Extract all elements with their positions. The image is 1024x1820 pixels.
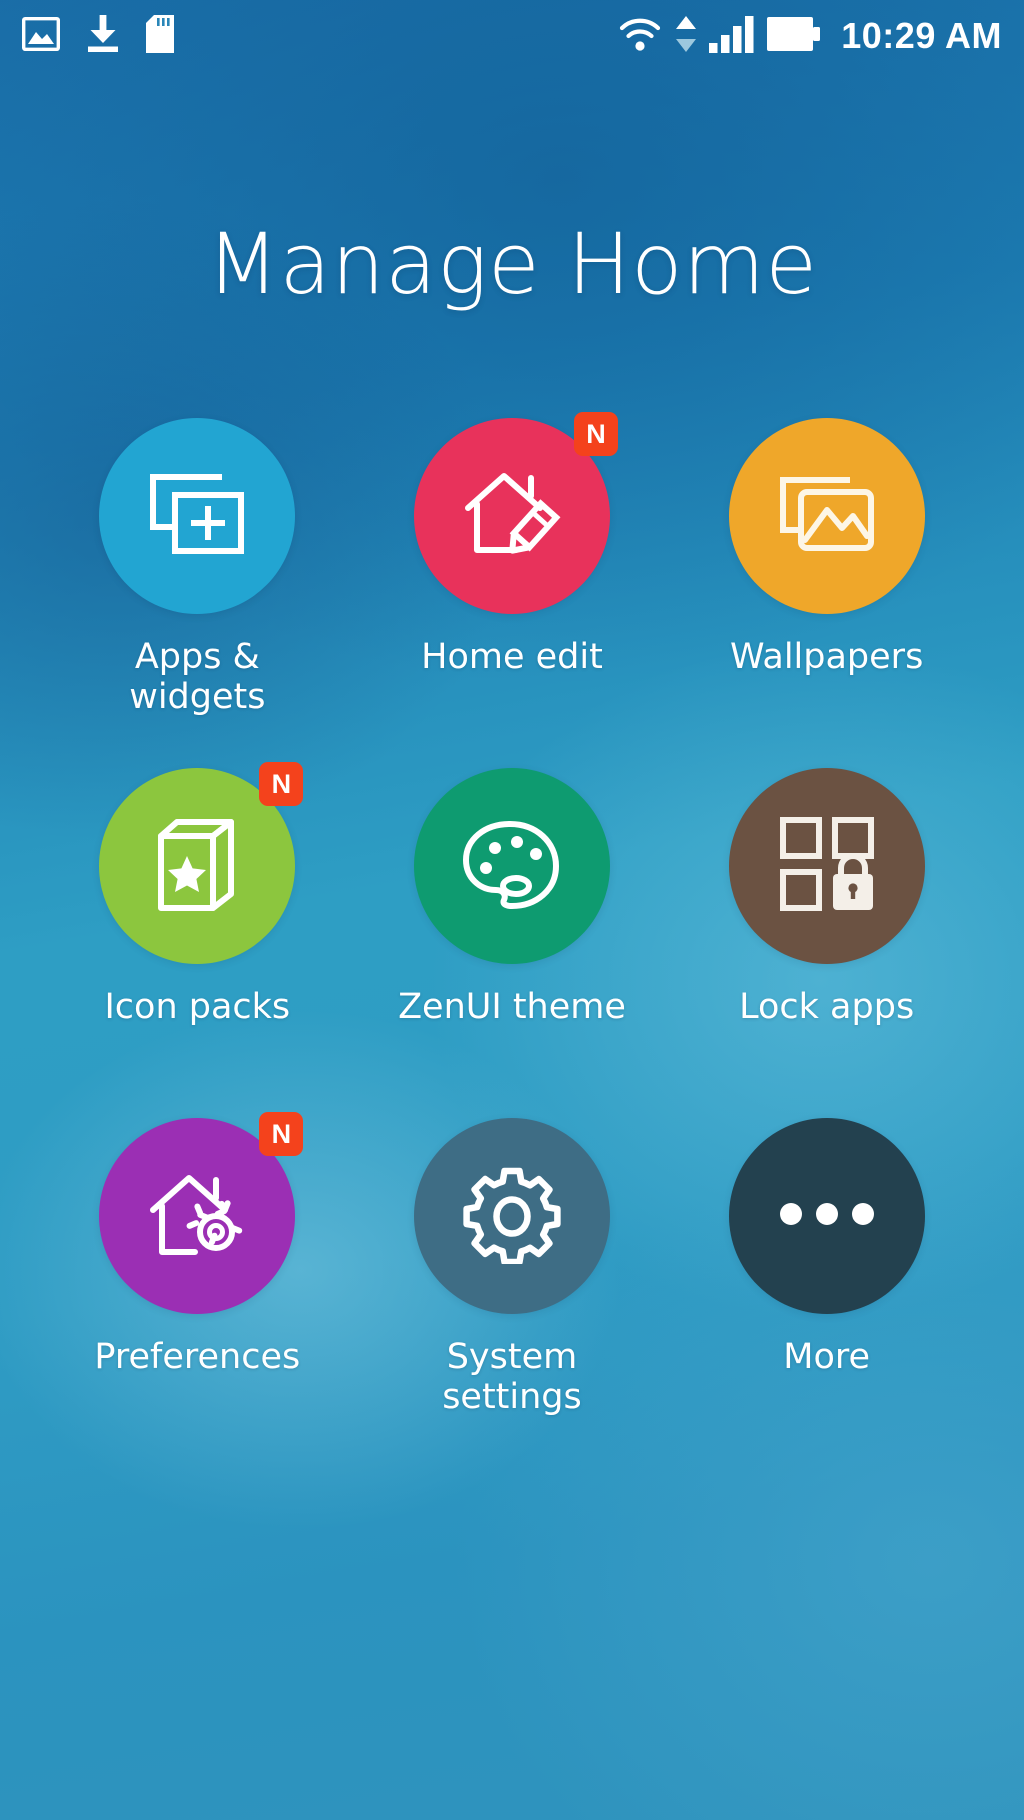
gear-icon — [462, 1164, 562, 1269]
system-settings-circle-wrap — [413, 1118, 610, 1314]
apps-widgets-circle-wrap — [99, 418, 296, 614]
wallpapers-circle[interactable] — [728, 418, 925, 614]
lock-apps-circle[interactable] — [728, 768, 925, 964]
grid-item-wallpapers[interactable]: Wallpapers — [669, 418, 984, 768]
home-edit-icon — [460, 464, 564, 569]
status-bar-right-icons: 10:29 AM — [617, 14, 1002, 59]
grid-item-preferences[interactable]: N Preferences — [40, 1112, 355, 1468]
grid-item-label: ZenUI theme — [398, 987, 626, 1027]
screenshot-icon — [22, 16, 60, 56]
palette-icon — [460, 818, 564, 915]
zenui-theme-circle-wrap — [413, 768, 610, 964]
home-edit-circle-wrap: N — [413, 412, 618, 614]
more-circle[interactable] — [728, 1118, 925, 1314]
grid-item-label: System settings — [442, 1337, 582, 1417]
icon-packs-icon — [147, 812, 247, 921]
status-bar-left-icons — [22, 14, 174, 58]
grid-item-zenui-theme[interactable]: ZenUI theme — [355, 768, 670, 1118]
data-transfer-arrows-icon — [675, 14, 697, 59]
wifi-icon — [617, 15, 663, 58]
apps-widgets-circle[interactable] — [99, 418, 296, 614]
grid-item-label: Apps & widgets — [129, 637, 266, 717]
grid-item-label: Icon packs — [104, 987, 291, 1027]
preferences-circle-wrap: N — [99, 1112, 304, 1314]
more-dots-icon — [777, 1202, 877, 1231]
battery-icon — [767, 16, 821, 56]
new-badge: N — [259, 762, 304, 806]
sd-card-icon — [146, 14, 174, 58]
cellular-signal-icon — [709, 15, 755, 58]
grid-item-label: Wallpapers — [730, 637, 924, 677]
download-icon — [86, 14, 120, 58]
wallpapers-circle-wrap — [728, 418, 925, 614]
lock-apps-circle-wrap — [728, 768, 925, 964]
grid-item-label: Preferences — [94, 1337, 301, 1377]
page-title: Manage Home — [206, 215, 818, 313]
grid-item-label: More — [783, 1337, 871, 1377]
grid-item-more[interactable]: More — [669, 1118, 984, 1468]
grid-item-apps-widgets[interactable]: Apps & widgets — [40, 418, 355, 768]
manage-home-grid: Apps & widgets N Home edit Wallpapers N … — [40, 412, 984, 1468]
zenui-theme-circle[interactable] — [413, 768, 610, 964]
new-badge: N — [573, 412, 618, 456]
grid-item-label: Home edit — [421, 637, 603, 677]
grid-item-lock-apps[interactable]: Lock apps — [669, 768, 984, 1118]
more-circle-wrap — [728, 1118, 925, 1314]
status-bar: 10:29 AM — [0, 0, 1024, 72]
lock-apps-icon — [779, 816, 875, 917]
icon-packs-circle-wrap: N — [99, 762, 304, 964]
grid-item-icon-packs[interactable]: N Icon packs — [40, 762, 355, 1118]
system-settings-circle[interactable] — [413, 1118, 610, 1314]
grid-item-label: Lock apps — [739, 987, 915, 1027]
new-badge: N — [259, 1112, 304, 1156]
apps-widgets-icon — [145, 469, 249, 564]
status-bar-clock: 10:29 AM — [841, 15, 1002, 56]
wallpapers-icon — [775, 470, 879, 563]
grid-item-home-edit[interactable]: N Home edit — [355, 412, 670, 768]
home-settings-icon — [145, 1164, 249, 1269]
grid-item-system-settings[interactable]: System settings — [355, 1118, 670, 1468]
